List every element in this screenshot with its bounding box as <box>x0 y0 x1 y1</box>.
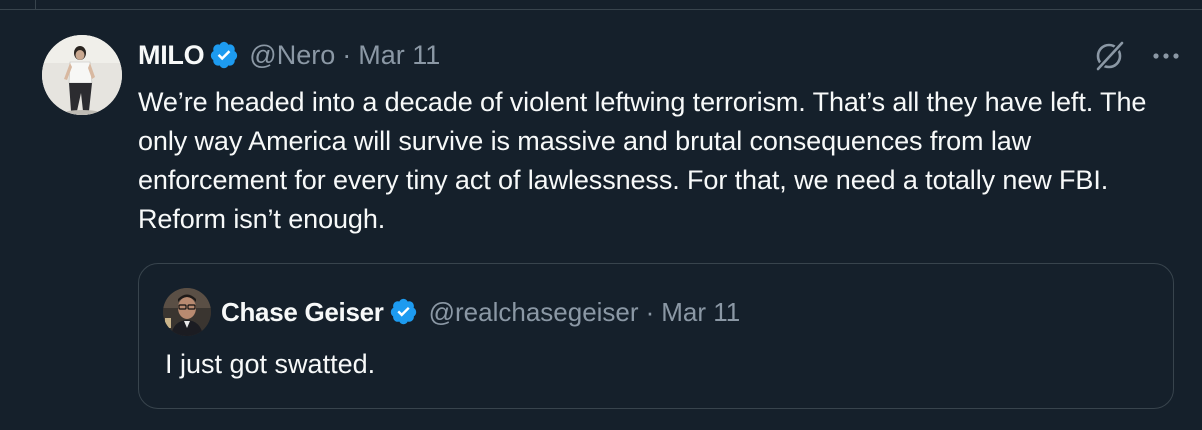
timeline-divider <box>0 0 1202 10</box>
quoted-tweet-date[interactable]: Mar 11 <box>661 297 740 328</box>
author-handle[interactable]: @Nero <box>249 40 335 71</box>
more-options-icon[interactable] <box>1152 51 1180 61</box>
quoted-tweet-text: I just got swatted. <box>165 349 376 379</box>
verified-badge-icon[interactable] <box>209 40 239 70</box>
separator-dot: · <box>342 39 352 70</box>
tweet-header: MILO @Nero · Mar 11 <box>138 37 440 73</box>
separator-dot: · <box>645 296 655 327</box>
quoted-author-name[interactable]: Chase Geiser <box>221 297 384 328</box>
tweet[interactable]: MILO @Nero · Mar 11 We’re headed into a … <box>0 11 1202 430</box>
quoted-avatar[interactable] <box>163 288 211 336</box>
quoted-header: Chase Geiser @realchasegeiser · Mar 11 <box>221 294 740 330</box>
thread-line <box>35 0 36 10</box>
quoted-author-handle[interactable]: @realchasegeiser <box>429 297 639 328</box>
avatar[interactable] <box>42 35 122 115</box>
author-name[interactable]: MILO <box>138 40 205 71</box>
grok-icon[interactable] <box>1092 39 1126 73</box>
timeline-frame: MILO @Nero · Mar 11 We’re headed into a … <box>0 0 1202 430</box>
verified-badge-icon[interactable] <box>389 297 419 327</box>
tweet-actions <box>1092 39 1180 73</box>
tweet-date[interactable]: Mar 11 <box>358 40 440 71</box>
quoted-tweet[interactable]: Chase Geiser @realchasegeiser · Mar 11 I… <box>138 263 1174 409</box>
tweet-text: We’re headed into a decade of violent le… <box>138 87 1147 234</box>
